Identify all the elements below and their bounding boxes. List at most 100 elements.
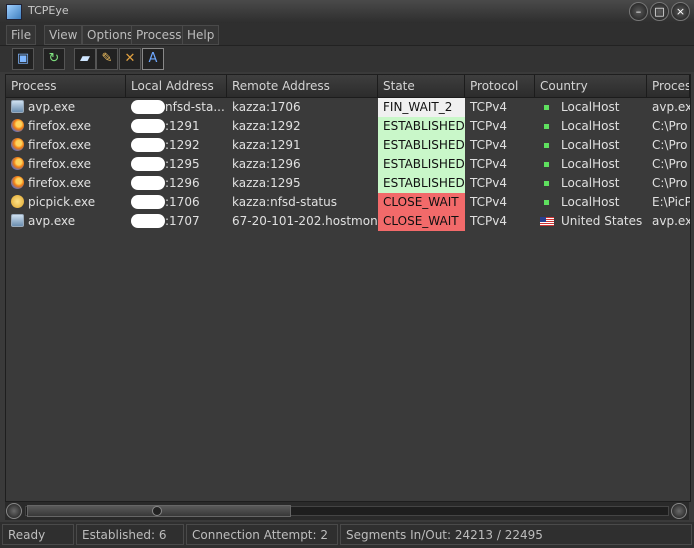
title-bar[interactable]: TCPEye – □ × bbox=[0, 0, 694, 24]
local-port: :1296 bbox=[165, 176, 200, 190]
cell-process: avp.exe bbox=[6, 98, 126, 117]
cell-remote-address: kazza:nfsd-status bbox=[232, 195, 337, 209]
cell-country: LocalHost bbox=[535, 136, 647, 155]
redacted-host bbox=[131, 214, 165, 228]
redacted-host bbox=[131, 100, 165, 114]
cell-country: LocalHost bbox=[535, 193, 647, 212]
table-row[interactable]: avp.exe:1707 67-20-101-202.hostmon... CLOS… bbox=[6, 212, 690, 231]
cell-remote-address: kazza:1295 bbox=[232, 176, 301, 190]
cell-process: firefox.exe bbox=[6, 155, 126, 174]
cell-local-address: :1707 bbox=[126, 212, 227, 231]
cell-state: ESTABLISHED bbox=[378, 155, 465, 174]
kill-icon[interactable]: ✕ bbox=[119, 48, 141, 70]
country-name: LocalHost bbox=[561, 195, 620, 209]
cell-country: LocalHost bbox=[535, 117, 647, 136]
country-name: LocalHost bbox=[561, 138, 620, 152]
header-country[interactable]: Country bbox=[535, 75, 647, 97]
process-name: firefox.exe bbox=[28, 176, 92, 190]
cell-protocol: TCPv4 bbox=[470, 157, 507, 171]
status-segments: Segments In/Out: 24213 / 22495 bbox=[340, 524, 692, 545]
local-port: :1291 bbox=[165, 119, 200, 133]
country-name: LocalHost bbox=[561, 176, 620, 190]
header-state[interactable]: State bbox=[378, 75, 465, 97]
table-row[interactable]: firefox.exe:1295 kazza:1296 ESTABLISHED TCP… bbox=[6, 155, 690, 174]
horizontal-scrollbar[interactable] bbox=[5, 502, 689, 520]
firefox-icon bbox=[11, 176, 24, 189]
table-row[interactable]: picpick.exe :1706 kazza:nfsd-status CLOSE_W… bbox=[6, 193, 690, 212]
app-icon bbox=[6, 4, 22, 20]
menu-view[interactable]: View bbox=[44, 25, 83, 45]
cell-local-address: :1291 bbox=[126, 117, 227, 136]
cell-process-path: E:\PicP bbox=[652, 195, 690, 209]
process-name: firefox.exe bbox=[28, 138, 92, 152]
process-name: picpick.exe bbox=[28, 195, 96, 209]
close-button[interactable]: × bbox=[671, 2, 690, 21]
status-connection-attempt: Connection Attempt: 2 bbox=[186, 524, 338, 545]
cell-country: United States bbox=[535, 212, 647, 231]
menu-bar: File View Options Process Help bbox=[0, 23, 694, 46]
table-row[interactable]: firefox.exe:1296 kazza:1295 ESTABLISHED TCP… bbox=[6, 174, 690, 193]
header-local-address[interactable]: Local Address bbox=[126, 75, 227, 97]
refresh-icon[interactable]: ↻ bbox=[43, 48, 65, 70]
cell-process-path: C:\Pro bbox=[652, 138, 688, 152]
scroll-thumb-grip[interactable] bbox=[152, 506, 162, 516]
table-row[interactable]: firefox.exe:1291 kazza:1292 ESTABLISHED TCP… bbox=[6, 117, 690, 136]
cell-process-path: C:\Pro bbox=[652, 119, 688, 133]
cell-process: firefox.exe bbox=[6, 117, 126, 136]
cell-process: avp.exe bbox=[6, 212, 126, 231]
cell-local-address: nfsd-sta... bbox=[126, 98, 227, 117]
cell-local-address: :1706 bbox=[126, 193, 227, 212]
localhost-icon bbox=[544, 123, 549, 129]
status-ready: Ready bbox=[2, 524, 74, 545]
cell-state: FIN_WAIT_2 bbox=[378, 98, 465, 117]
font-icon[interactable]: A bbox=[142, 48, 164, 70]
cell-process: firefox.exe bbox=[6, 174, 126, 193]
cell-state: ESTABLISHED bbox=[378, 136, 465, 155]
app-window: TCPEye – □ × File View Options Process H… bbox=[0, 0, 694, 548]
menu-help[interactable]: Help bbox=[182, 25, 220, 45]
cell-process-path: C:\Pro bbox=[652, 176, 688, 190]
cell-protocol: TCPv4 bbox=[470, 214, 507, 228]
header-protocol[interactable]: Protocol bbox=[465, 75, 535, 97]
header-remote-address[interactable]: Remote Address bbox=[227, 75, 378, 97]
toolbar: ▣ ↻ ▰ ✎ ✕ A bbox=[0, 46, 694, 72]
local-port: :1292 bbox=[165, 138, 200, 152]
clean-icon[interactable]: ✎ bbox=[96, 48, 118, 70]
cell-remote-address: kazza:1706 bbox=[232, 100, 301, 114]
avp-icon bbox=[11, 100, 24, 113]
header-process-path[interactable]: Process bbox=[647, 75, 690, 97]
cell-local-address: :1295 bbox=[126, 155, 227, 174]
minimize-button[interactable]: – bbox=[629, 2, 648, 21]
status-established: Established: 6 bbox=[76, 524, 184, 545]
menu-options[interactable]: Options bbox=[82, 25, 139, 45]
localhost-icon bbox=[544, 161, 549, 167]
cell-process-path: avp.exe bbox=[652, 100, 690, 114]
window-title: TCPEye bbox=[28, 4, 69, 17]
cell-state: CLOSE_WAIT bbox=[378, 193, 465, 212]
local-port: :1706 bbox=[165, 195, 200, 209]
cell-protocol: TCPv4 bbox=[470, 119, 507, 133]
cell-protocol: TCPv4 bbox=[470, 176, 507, 190]
table-row[interactable]: firefox.exe:1292 kazza:1291 ESTABLISHED TCP… bbox=[6, 136, 690, 155]
table-row[interactable]: avp.exe nfsd-sta... kazza:1706 FIN_WAIT_2 TC… bbox=[6, 98, 690, 117]
message-icon[interactable]: ▰ bbox=[74, 48, 96, 70]
status-bar: Ready Established: 6 Connection Attempt:… bbox=[0, 522, 694, 548]
process-name: firefox.exe bbox=[28, 119, 92, 133]
connections-grid: Process Local Address Remote Address Sta… bbox=[5, 74, 691, 502]
cell-process: picpick.exe bbox=[6, 193, 126, 212]
grid-header: Process Local Address Remote Address Sta… bbox=[6, 75, 690, 98]
picpick-icon bbox=[11, 195, 24, 208]
save-icon[interactable]: ▣ bbox=[12, 48, 34, 70]
localhost-icon bbox=[544, 142, 549, 148]
process-name: avp.exe bbox=[28, 214, 76, 228]
cell-remote-address: kazza:1291 bbox=[232, 138, 301, 152]
header-process[interactable]: Process bbox=[6, 75, 126, 97]
menu-process[interactable]: Process bbox=[131, 25, 187, 45]
menu-file[interactable]: File bbox=[6, 25, 37, 45]
cell-country: LocalHost bbox=[535, 155, 647, 174]
cell-process-path: avp.ex bbox=[652, 214, 690, 228]
redacted-host bbox=[131, 157, 165, 171]
scroll-right-button[interactable] bbox=[671, 503, 687, 519]
maximize-button[interactable]: □ bbox=[650, 2, 669, 21]
scroll-left-button[interactable] bbox=[6, 503, 22, 519]
